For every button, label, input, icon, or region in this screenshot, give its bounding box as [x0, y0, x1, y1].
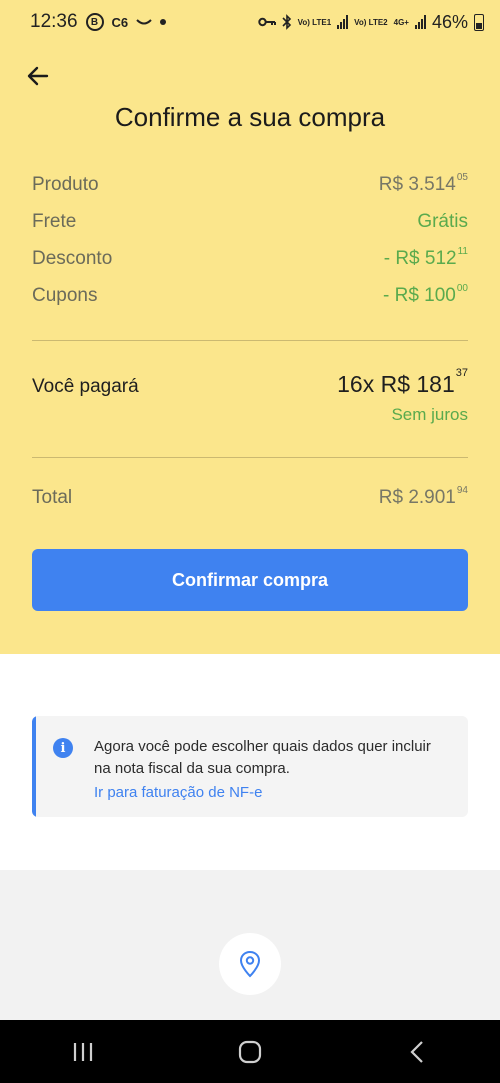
b-badge-icon: B: [85, 13, 104, 31]
discount-label: Desconto: [32, 248, 113, 269]
notification-dot-icon: [160, 19, 167, 25]
signal-icon: [337, 15, 349, 29]
payment-row: Você pagará 16x R$ 18137: [32, 367, 468, 398]
info-accent-bar: [32, 716, 36, 817]
product-amount: R$ 3.51405: [378, 172, 468, 195]
wave-icon: [136, 19, 152, 25]
confirm-purchase-button[interactable]: Confirmar compra: [32, 549, 468, 611]
product-cents: 05: [456, 172, 468, 183]
carrier-label: C6: [111, 14, 129, 30]
page-title: Confirme a sua compra: [114, 102, 386, 132]
discount-row: Desconto - R$ 51211: [32, 246, 468, 270]
product-row: Produto R$ 3.51405: [32, 172, 468, 196]
total-row: Total R$ 2.90194: [32, 485, 468, 509]
shipping-row: Frete Grátis: [32, 211, 468, 233]
network-lte2: Vo) LTE2: [354, 17, 388, 27]
discount-amount: - R$ 51211: [383, 246, 468, 269]
info-text: Agora você pode escolher quais dados que…: [94, 738, 431, 777]
coupons-row: Cupons - R$ 10000: [32, 283, 468, 307]
info-icon: i: [53, 738, 73, 758]
recent-apps-button[interactable]: [53, 1032, 113, 1072]
payment-cents: 37: [455, 367, 468, 379]
address-section: [0, 870, 500, 1020]
system-nav-bar: [0, 1020, 500, 1083]
purchase-summary: Confirme a sua compra Produto R$ 3.51405…: [0, 44, 500, 654]
nfe-info-card: i Agora você pode escolher quais dados q…: [32, 716, 468, 817]
recent-apps-icon: [74, 1042, 93, 1061]
key-icon: [257, 17, 276, 27]
status-time: 12:36: [30, 11, 78, 32]
discount-cents: 11: [457, 246, 468, 257]
product-label: Produto: [32, 174, 99, 195]
no-interest-note: Sem juros: [391, 405, 468, 424]
network-4g: 4G+: [393, 17, 409, 27]
divider: [32, 340, 468, 341]
payment-amount: 16x R$ 18137: [337, 367, 468, 397]
divider: [32, 457, 468, 458]
total-label: Total: [32, 487, 73, 508]
back-nav-button[interactable]: [387, 1032, 447, 1072]
location-badge: [219, 933, 281, 995]
back-button[interactable]: [20, 58, 56, 94]
total-cents: 94: [456, 485, 468, 496]
coupons-label: Cupons: [32, 285, 98, 306]
arrow-left-icon: [27, 66, 49, 86]
shipping-label: Frete: [32, 211, 77, 232]
battery-icon: [474, 13, 484, 31]
shipping-amount: Grátis: [417, 211, 468, 232]
nfe-link[interactable]: Ir para faturação de NF-e: [94, 784, 262, 801]
total-amount: R$ 2.90194: [378, 485, 468, 508]
coupons-amount: - R$ 10000: [383, 283, 468, 306]
battery-percentage: 46%: [431, 11, 468, 32]
signal-icon-2: [414, 15, 426, 29]
payment-label: Você pagará: [32, 376, 139, 397]
bluetooth-icon: [282, 14, 291, 30]
location-pin-icon: [239, 950, 261, 978]
chevron-left-icon: [410, 1040, 423, 1063]
coupons-cents: 00: [456, 283, 468, 294]
home-icon: [238, 1040, 262, 1063]
home-button[interactable]: [220, 1032, 280, 1072]
network-lte1: Vo) LTE1: [297, 17, 332, 27]
status-bar: 12:36 B C6 Vo) LTE1 Vo) LTE2 4G+ 46%: [0, 0, 500, 44]
